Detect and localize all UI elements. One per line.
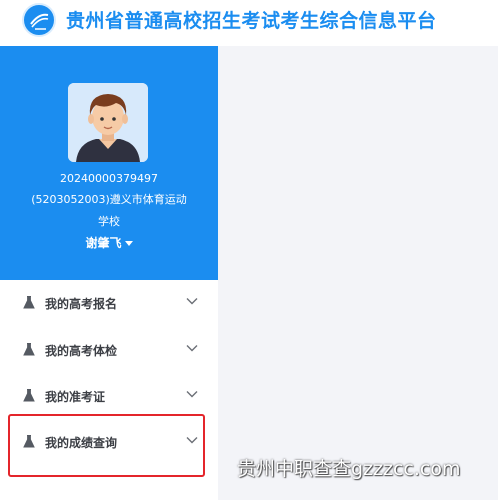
chevron-down-icon	[186, 298, 198, 305]
chevron-down-icon	[186, 345, 198, 352]
avatar	[68, 83, 148, 162]
top-header: 贵州省普通高校招生考试考生综合信息平台	[0, 0, 498, 46]
exam-logo-icon[interactable]	[22, 3, 56, 37]
flask-icon	[23, 296, 35, 309]
user-menu[interactable]: 谢肇飞	[0, 236, 218, 251]
main-content	[218, 46, 498, 500]
site-title: 贵州省普通高校招生考试考生综合信息平台	[66, 10, 437, 32]
menu-item-label: 我的准考证	[45, 390, 106, 404]
profile-panel: 20240000379497 (5203052003)遵义市体育运动 学校 谢肇…	[0, 46, 218, 280]
chevron-down-icon	[186, 391, 198, 398]
user-name: 谢肇飞	[85, 236, 122, 250]
flask-icon	[23, 389, 35, 402]
menu-item-gaokao-registration[interactable]: 我的高考报名	[0, 281, 218, 327]
watermark: 贵州中职查查gzzzcc.com	[237, 458, 461, 480]
menu-item-label: 我的高考报名	[45, 297, 118, 311]
caret-down-icon	[124, 241, 133, 246]
student-id: 20240000379497	[60, 172, 158, 185]
menu-item-label: 我的高考体检	[45, 344, 118, 358]
menu-item-physical-exam[interactable]: 我的高考体检	[0, 328, 218, 374]
school-name: (5203052003)遵义市体育运动	[31, 193, 187, 206]
school-name-continued: 学校	[98, 215, 120, 228]
flask-icon	[23, 343, 35, 356]
highlight-box	[8, 414, 205, 477]
